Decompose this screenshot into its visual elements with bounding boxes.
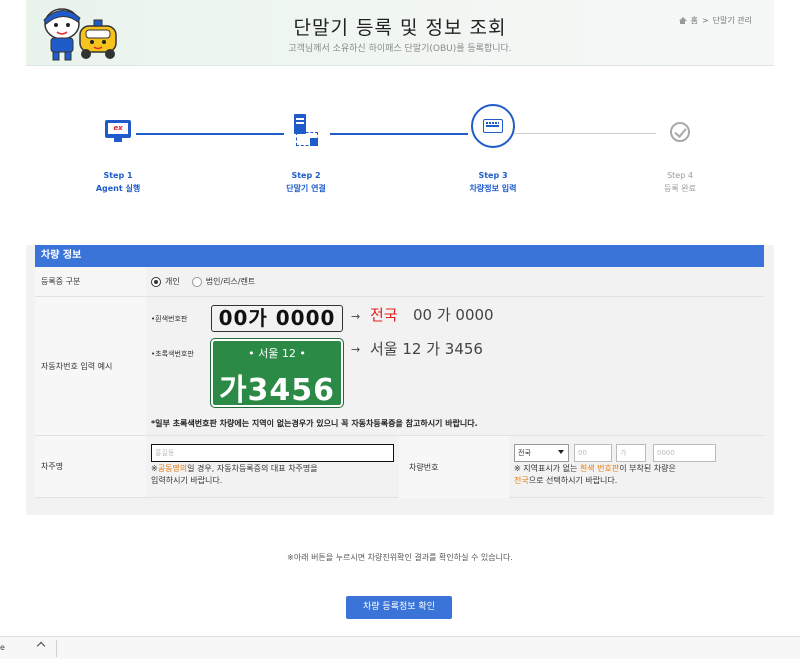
plate-hangul-field[interactable]: 가 [616, 444, 646, 462]
step-2-label: 단말기 연결 [286, 184, 326, 193]
plate-example-content: •흰색번호판 00가 0000 → 전국 00 가 0000 •초록색번호판 •… [146, 297, 764, 435]
green-plate-image: • 서울 12 • 가3456 [210, 338, 344, 408]
breadcrumb-home[interactable]: 홈 [691, 15, 698, 26]
vehicle-note2-rest: 으로 선택하시기 바랍니다. [528, 476, 618, 485]
white-plate-text: 00 가 0000 [413, 306, 494, 324]
registration-type-row: 등록증 구분 개인 법인/리스/렌트 [35, 267, 764, 297]
step-2: Step 2 단말기 연결 [256, 100, 356, 194]
owner-note-highlight: 공동명의 [157, 464, 188, 473]
owner-name-input[interactable]: 홍길동 [151, 444, 394, 462]
owner-note-rest: 일 경우, 자동차등록증의 대표 차주명을 [187, 464, 318, 473]
green-arrow: → [351, 343, 361, 356]
page-subtitle: 고객님께서 소유하신 하이패스 단말기(OBU)를 등록합니다. [288, 44, 512, 54]
ex-monitor-icon: ex [105, 120, 131, 142]
step-1-label: Agent 실행 [95, 184, 141, 193]
green-plate-top: • 서울 12 • [248, 347, 306, 360]
owner-note-prefix: ※ [151, 464, 158, 473]
vehicle-note-line2: 전국으로 선택하시기 바랍니다. [514, 475, 617, 487]
form-section-title: 차량 정보 [35, 245, 764, 267]
green-plate-text: 서울 12 가 3456 [370, 340, 483, 358]
region-select[interactable]: 전국 [514, 444, 569, 462]
breadcrumb-current[interactable]: 단말기 관리 [713, 15, 752, 26]
step-4: Step 4 등록 완료 [630, 100, 730, 194]
breadcrumb-separator: > [701, 16, 709, 25]
vehicle-number-label: 차량번호 [399, 436, 509, 498]
plate-number-field-2[interactable]: 0000 [653, 444, 716, 462]
check-circle-icon [670, 122, 690, 142]
header-divider [26, 65, 774, 66]
vehicle-note-highlight: 흰색 번호판 [579, 464, 620, 473]
home-icon [678, 17, 687, 24]
download-bar-divider [56, 640, 57, 657]
registration-type-label: 등록증 구분 [35, 267, 146, 296]
vehicle-note-rest: 이 부착된 차량은 [619, 464, 676, 473]
vehicle-note: ※ 지역표시가 없는 흰색 번호판이 부착된 차량은 [514, 463, 676, 475]
vehicle-note-prefix: ※ 지역표시가 없는 [514, 464, 580, 473]
step-4-label: 등록 완료 [664, 184, 696, 193]
step-4-number: Step 4 [667, 171, 693, 180]
download-bar: e [0, 636, 800, 659]
chevron-down-icon [558, 450, 564, 454]
confirm-vehicle-button[interactable]: 차량 등록정보 확인 [346, 596, 452, 619]
breadcrumb: 홈 > 단말기 관리 [678, 15, 752, 26]
step-3-number: Step 3 [478, 171, 508, 180]
step-3-label: 차량정보 입력 [469, 184, 517, 193]
white-plate-label: •흰색번호판 [151, 315, 188, 323]
owner-label: 차주명 [35, 436, 146, 497]
region-select-value: 전국 [518, 449, 531, 457]
white-arrow: → [351, 310, 361, 323]
device-connect-icon [294, 114, 320, 148]
chevron-up-icon[interactable] [36, 641, 46, 651]
step-2-number: Step 2 [291, 171, 321, 180]
confirm-info-text: ※아래 버튼을 누르시면 차량진위확인 결과를 확인하실 수 있습니다. [287, 553, 513, 562]
radio-personal[interactable] [151, 276, 161, 287]
step-1-number: Step 1 [103, 171, 133, 180]
vehicle-note2-highlight: 전국 [514, 476, 529, 485]
vehicle-info-form: 차량 정보 등록증 구분 개인 법인/리스/렌트 자동차번호 입력 예시 •흰색… [26, 245, 774, 515]
plate-example-row: 자동차번호 입력 예시 •흰색번호판 00가 0000 → 전국 00 가 00… [35, 297, 764, 436]
step-1: ex Step 1 Agent 실행 [68, 100, 168, 194]
progress-steps: ex Step 1 Agent 실행 Step 2 단말기 연결 Step 3 … [0, 100, 800, 210]
white-plate-region: 전국 [370, 306, 398, 324]
plate-example-label: 자동차번호 입력 예시 [35, 297, 146, 435]
owner-note-line2: 입력하시기 바랍니다. [151, 476, 223, 485]
radio-personal-label[interactable]: 개인 [165, 276, 180, 287]
keyboard-icon [471, 104, 515, 148]
green-plate-bottom: 가3456 [218, 373, 336, 408]
radio-corporate-label[interactable]: 법인/리스/렌트 [206, 276, 256, 287]
green-plate-label: •초록색번호판 [151, 350, 194, 358]
plate-warning: *일부 초록색번호판 차량에는 지역이 없는경우가 있으니 꼭 자동차등록증을 … [151, 419, 478, 428]
owner-note: ※공동명의일 경우, 자동차등록증의 대표 차주명을 [151, 463, 318, 475]
owner-cell: 홍길동 ※공동명의일 경우, 자동차등록증의 대표 차주명을 입력하시기 바랍니… [146, 436, 764, 498]
radio-corporate[interactable] [191, 276, 202, 287]
step-3: Step 3 차량정보 입력 [443, 100, 543, 194]
owner-vehicle-row: 차주명 홍길동 ※공동명의일 경우, 자동차등록증의 대표 차주명을 입력하시기… [35, 436, 764, 498]
download-bar-text: e [0, 643, 5, 652]
plate-number-field-1[interactable]: 00 [574, 444, 612, 462]
white-plate-image: 00가 0000 [211, 305, 343, 332]
